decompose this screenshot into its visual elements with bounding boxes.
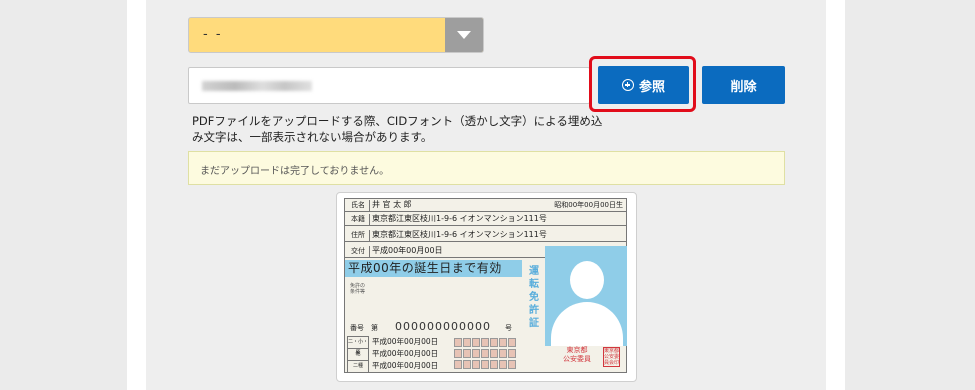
plus-circle-icon — [621, 79, 634, 91]
license-number-row: 番号 第 000000000000 号 — [350, 320, 512, 333]
browse-label: 参照 — [638, 79, 665, 95]
drivers-license-image: 氏名 井 官 太 郎 昭和00年00月00日生 本籍 東京都江東区枝川1-9-6… — [344, 198, 627, 373]
validity-banner: 平成00年の誕生日まで有効 — [345, 260, 522, 277]
triangle-down-icon[interactable] — [445, 18, 483, 52]
address-row: 住所 東京都江東区枝川1-9-6 イオンマンション111号 — [345, 229, 626, 242]
document-type-select[interactable]: - - — [188, 17, 484, 53]
name-row: 氏名 井 官 太 郎 昭和00年00月00日生 — [345, 199, 626, 212]
cid-font-note: PDFファイルをアップロードする際、CIDフォント（透かし文字）による埋め込み文… — [192, 114, 603, 144]
conditions-label: 免許の 条件等 — [350, 283, 366, 295]
person-body-icon — [551, 302, 623, 346]
delete-label: 削除 — [730, 79, 757, 95]
honseki-row: 本籍 東京都江東区枝川1-9-6 イオンマンション111号 — [345, 213, 626, 226]
browse-button[interactable]: 参照 — [598, 66, 689, 104]
issue-row: 交付 平成00年00月00日 — [345, 245, 545, 258]
blurred-file-name — [202, 81, 312, 91]
issuer-text: 東京都 公安委員 — [563, 346, 591, 363]
person-head-icon — [570, 261, 604, 299]
select-value: - - — [203, 27, 223, 42]
delete-button[interactable]: 削除 — [702, 66, 785, 104]
photo-placeholder — [545, 246, 627, 346]
official-seal: 東京都公安委員会印 — [603, 347, 620, 367]
license-class-grid: 二・小・原 平成00年00月00日 他 平成00年00月00日 二種 平成00年… — [345, 336, 525, 373]
upload-status-message: まだアップロードは完了しておりません。 — [188, 151, 785, 185]
file-name-field[interactable] — [188, 67, 590, 104]
